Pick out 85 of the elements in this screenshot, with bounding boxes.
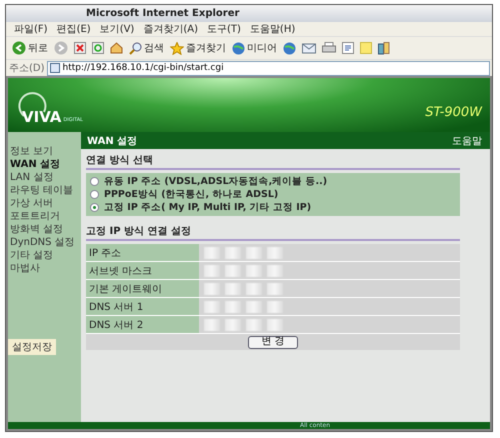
blurred-input[interactable]	[267, 282, 283, 294]
address-field[interactable]: http://192.168.10.1/cgi-bin/start.cgi	[46, 60, 490, 76]
radio-option[interactable]: 고정 IP 주소( My IP, Multi IP, 기타 고정 IP)	[90, 201, 456, 214]
toolbar-button[interactable]	[72, 42, 88, 54]
model-name: ST-900W	[425, 105, 482, 120]
toolbar-button[interactable]	[300, 42, 318, 54]
field-label: IP 주소	[86, 244, 199, 261]
toolbar-button[interactable]	[90, 42, 106, 54]
sidebar-item[interactable]: 가상 서버	[8, 197, 81, 210]
menu-item[interactable]: 즐겨찾기(A)	[143, 22, 198, 36]
blurred-input[interactable]	[246, 264, 262, 276]
section-title: 연결 방식 선택	[86, 153, 460, 170]
logo-text: VIVA	[22, 108, 62, 126]
radio-button[interactable]	[90, 177, 99, 186]
window-title: Microsoft Internet Explorer	[86, 8, 240, 19]
blurred-input[interactable]	[204, 300, 220, 312]
blurred-input[interactable]	[267, 318, 283, 330]
menu-item[interactable]: 도구(T)	[207, 22, 241, 36]
sidebar-item[interactable]: 마법사	[8, 262, 81, 275]
blurred-input[interactable]	[267, 300, 283, 312]
sidebar-item[interactable]: LAN 설정	[8, 171, 81, 184]
radio-option[interactable]: PPPoE방식 (한국통신, 하나로 ADSL)	[90, 188, 456, 201]
menu-item[interactable]: 보기(V)	[100, 22, 134, 36]
field-label: 서브넷 마스크	[86, 262, 199, 279]
radio-option[interactable]: 유동 IP 주소 (VDSL,ADSL자동접속,케이블 등..)	[90, 175, 456, 188]
blurred-input[interactable]	[204, 246, 220, 258]
envelope-icon	[302, 42, 316, 54]
blurred-input[interactable]	[246, 318, 262, 330]
star-icon	[170, 42, 184, 54]
toolbar-button[interactable]	[376, 42, 392, 54]
home-icon	[110, 42, 123, 54]
back-icon	[12, 41, 26, 55]
menu-item[interactable]: 도움말(H)	[250, 22, 296, 36]
blurred-input[interactable]	[225, 300, 241, 312]
blurred-input[interactable]	[246, 282, 262, 294]
toolbar-button[interactable]	[320, 42, 338, 54]
header-title: WAN 설정	[87, 134, 138, 148]
blurred-input[interactable]	[267, 264, 283, 276]
books-icon	[378, 42, 390, 54]
note-icon	[360, 42, 372, 54]
blurred-input[interactable]	[267, 246, 283, 258]
save-settings-button[interactable]: 설정저장	[8, 339, 56, 355]
toolbar-button[interactable]: 미디어	[230, 41, 279, 55]
menu-item[interactable]: 편집(E)	[56, 22, 91, 36]
help-link[interactable]: 도움말	[452, 134, 482, 148]
blurred-input[interactable]	[204, 264, 220, 276]
field-label: 기본 게이트웨이	[86, 280, 199, 297]
blurred-input[interactable]	[204, 282, 220, 294]
menu-item[interactable]: 파일(F)	[14, 22, 48, 36]
document-icon	[342, 42, 354, 54]
toolbar-button[interactable]: 뒤로	[10, 41, 50, 55]
sidebar-item[interactable]: 방화벽 설정	[8, 223, 81, 236]
search-icon	[129, 42, 142, 54]
toolbar-button[interactable]: 즐겨찾기	[168, 41, 228, 55]
sidebar-item[interactable]: 기타 설정	[8, 249, 81, 262]
globe-icon	[283, 42, 296, 54]
toolbar-button[interactable]: 검색	[127, 41, 166, 55]
page-icon	[50, 63, 60, 73]
blurred-input[interactable]	[225, 246, 241, 258]
radio-button[interactable]	[90, 190, 99, 199]
printer-icon	[322, 42, 336, 54]
field-label: DNS 서버 2	[86, 316, 199, 333]
blurred-input[interactable]	[246, 300, 262, 312]
toolbar-button[interactable]	[108, 42, 125, 54]
toolbar-button[interactable]	[281, 42, 298, 54]
sidebar-item[interactable]: WAN 설정	[8, 158, 81, 171]
blurred-input[interactable]	[225, 318, 241, 330]
address-label: 주소(D)	[9, 62, 45, 75]
sidebar-item[interactable]: 정보 보기	[8, 145, 81, 158]
globe-icon	[232, 42, 245, 54]
sidebar-item[interactable]: DynDNS 설정	[8, 236, 81, 249]
sidebar-item[interactable]: 라우팅 테이블	[8, 184, 81, 197]
stop-icon	[74, 42, 86, 54]
blurred-input[interactable]	[225, 282, 241, 294]
field-label: DNS 서버 1	[86, 298, 199, 315]
blurred-input[interactable]	[246, 246, 262, 258]
forward-icon	[54, 41, 68, 55]
blurred-input[interactable]	[225, 264, 241, 276]
change-button[interactable]: 변 경	[248, 336, 298, 348]
toolbar-button[interactable]	[340, 42, 356, 54]
radio-button[interactable]	[90, 203, 99, 212]
refresh-icon	[92, 42, 104, 54]
sidebar-item[interactable]: 포트트리거	[8, 210, 81, 223]
section-title: 고정 IP 방식 연결 설정	[86, 224, 460, 241]
blurred-input[interactable]	[204, 318, 220, 330]
